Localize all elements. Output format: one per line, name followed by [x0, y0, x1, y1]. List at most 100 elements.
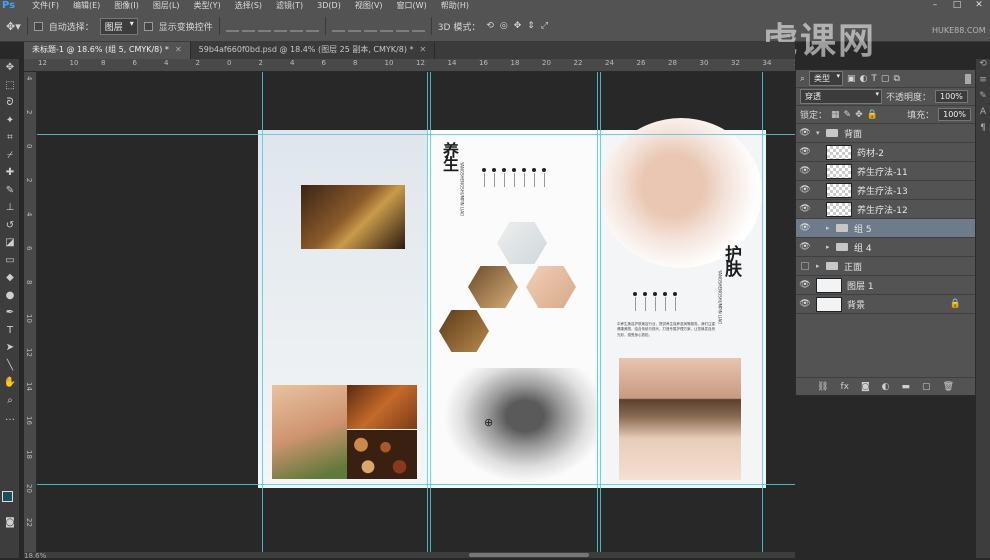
canvas-area[interactable]: 养生 YANGSHENGSHUMPIN LIAO 护肤 YANGSHENGSHU…	[37, 72, 795, 552]
menu-select[interactable]: 选择(S)	[228, 0, 269, 11]
visibility-eye-icon[interactable]: 👁	[798, 299, 812, 309]
layer-row[interactable]: 👁 背景 🔒	[796, 295, 975, 314]
auto-select-checkbox[interactable]	[33, 21, 43, 31]
layer-row[interactable]: 👁 ▸ 组 4	[796, 238, 975, 257]
fill-input[interactable]: 100%	[938, 108, 971, 121]
auto-select-dropdown[interactable]: 图层	[99, 17, 138, 35]
visibility-eye-icon[interactable]: 👁	[798, 185, 812, 195]
character-icon[interactable]: A	[976, 107, 990, 123]
menu-image[interactable]: 图像(I)	[107, 0, 146, 11]
adjustment-layer-icon[interactable]: ◐	[882, 382, 890, 392]
distribute-vcenter-icon[interactable]	[347, 20, 361, 32]
guide-vertical[interactable]	[262, 72, 263, 552]
clone-stamp-icon[interactable]: ⊥	[0, 199, 20, 217]
brush-tool-icon[interactable]: ✎	[0, 182, 20, 200]
filter-pixel-icon[interactable]: ▣	[847, 74, 856, 84]
align-hcenter-icon[interactable]	[289, 20, 303, 32]
visibility-eye-icon[interactable]: 👁	[798, 242, 812, 252]
blend-mode-dropdown[interactable]: 穿透	[800, 89, 882, 104]
align-vcenter-icon[interactable]	[241, 20, 255, 32]
distribute-left-icon[interactable]	[379, 20, 393, 32]
expand-arrow-icon[interactable]: ▸	[826, 224, 834, 232]
more-tools-icon[interactable]: …	[0, 409, 20, 427]
distribute-hcenter-icon[interactable]	[395, 20, 409, 32]
guide-vertical[interactable]	[600, 72, 601, 552]
lasso-tool-icon[interactable]: ᘐ	[0, 94, 20, 112]
expand-arrow-icon[interactable]: ▸	[816, 262, 824, 270]
move-tool-icon[interactable]: ✥	[0, 59, 20, 77]
layer-row[interactable]: 👁 ▾ 背面	[796, 124, 975, 143]
close-icon[interactable]: ✕	[420, 45, 427, 54]
layer-filter-dropdown[interactable]: 类型	[809, 71, 844, 86]
visibility-eye-icon[interactable]: 👁	[798, 223, 812, 233]
blur-tool-icon[interactable]: ◆	[0, 269, 20, 287]
line-tool-icon[interactable]: ╲	[0, 357, 20, 375]
lock-transparent-icon[interactable]: ▦	[831, 110, 840, 120]
menu-3d[interactable]: 3D(D)	[310, 1, 348, 10]
close-icon[interactable]: ✕	[175, 45, 182, 54]
menu-file[interactable]: 文件(F)	[25, 0, 66, 11]
paragraph-icon[interactable]: ¶	[976, 123, 990, 139]
properties-icon[interactable]: ≡	[976, 75, 990, 91]
zoom-readout[interactable]: 18.6%	[24, 552, 46, 560]
guide-vertical[interactable]	[762, 72, 763, 552]
layer-row[interactable]: 👁 药材-2	[796, 143, 975, 162]
filter-type-icon[interactable]: T	[871, 74, 877, 84]
show-transform-checkbox[interactable]	[143, 21, 153, 31]
layer-row[interactable]: 👁 养生疗法-11	[796, 162, 975, 181]
dodge-tool-icon[interactable]: ●	[0, 287, 20, 305]
menu-layer[interactable]: 图层(L)	[146, 0, 187, 11]
menu-filter[interactable]: 滤镜(T)	[269, 0, 310, 11]
guide-horizontal[interactable]	[37, 134, 795, 135]
marquee-tool-icon[interactable]: ⬚	[0, 77, 20, 95]
3d-drag-icon[interactable]: ✥	[514, 21, 522, 31]
link-layers-icon[interactable]: ⛓	[817, 382, 828, 392]
visibility-eye-icon[interactable]: 👁	[798, 280, 812, 290]
filter-smart-icon[interactable]: ⧉	[893, 74, 899, 84]
magic-wand-icon[interactable]: ✦	[0, 112, 20, 130]
align-left-icon[interactable]	[273, 20, 287, 32]
menu-view[interactable]: 视图(V)	[348, 0, 390, 11]
zoom-tool-icon[interactable]: ⌕	[0, 392, 20, 410]
filter-toggle-icon[interactable]	[965, 73, 971, 84]
foreground-color-swatch[interactable]	[2, 491, 13, 502]
menu-window[interactable]: 窗口(W)	[390, 0, 434, 11]
visibility-eye-icon[interactable]: 👁	[798, 204, 812, 214]
brochure-document[interactable]: 养生 YANGSHENGSHUMPIN LIAO 护肤 YANGSHENGSHU…	[258, 118, 766, 488]
align-bottom-icon[interactable]	[257, 20, 271, 32]
filter-adjust-icon[interactable]: ◐	[860, 74, 868, 84]
add-mask-icon[interactable]: ◙	[861, 382, 870, 392]
visibility-eye-icon[interactable]: 👁	[798, 128, 812, 138]
history-icon[interactable]: ⟲	[976, 59, 990, 75]
guide-vertical[interactable]	[597, 72, 598, 552]
tab-document-2[interactable]: 59b4af660f0bd.psd @ 18.4% (图层 25 副本, CMY…	[191, 42, 436, 59]
healing-brush-icon[interactable]: ✚	[0, 164, 20, 182]
menu-edit[interactable]: 编辑(E)	[66, 0, 107, 11]
3d-scale-icon[interactable]: ⤢	[541, 21, 548, 31]
crop-tool-icon[interactable]: ⌗	[0, 129, 20, 147]
layer-row[interactable]: 👁 ▸ 组 5	[796, 219, 975, 238]
layer-row[interactable]: ▸ 正面	[796, 257, 975, 276]
minimize-icon[interactable]: –	[924, 0, 946, 11]
visibility-eye-icon[interactable]: 👁	[798, 166, 812, 176]
eraser-tool-icon[interactable]: ◪	[0, 234, 20, 252]
expand-arrow-icon[interactable]: ▾	[816, 129, 824, 137]
guide-vertical[interactable]	[427, 72, 428, 552]
path-select-icon[interactable]: ➤	[0, 339, 20, 357]
guide-horizontal[interactable]	[37, 484, 795, 485]
close-icon[interactable]: ✕	[968, 0, 990, 11]
hand-tool-icon[interactable]: ✋	[0, 374, 20, 392]
visibility-off-icon[interactable]	[801, 262, 809, 270]
gradient-tool-icon[interactable]: ▭	[0, 252, 20, 270]
horizontal-scrollbar[interactable]	[24, 552, 795, 558]
expand-arrow-icon[interactable]: ▸	[826, 243, 834, 251]
scrollbar-thumb[interactable]	[469, 553, 589, 557]
move-tool-icon[interactable]: ✥▾	[6, 20, 21, 33]
3d-roll-icon[interactable]: ◎	[500, 21, 508, 31]
visibility-eye-icon[interactable]: 👁	[798, 147, 812, 157]
align-right-icon[interactable]	[305, 20, 319, 32]
delete-layer-icon[interactable]: 🗑	[943, 382, 954, 392]
type-tool-icon[interactable]: T	[0, 322, 20, 340]
quick-mask-icon[interactable]: ◙	[0, 514, 20, 532]
pen-tool-icon[interactable]: ✒	[0, 304, 20, 322]
